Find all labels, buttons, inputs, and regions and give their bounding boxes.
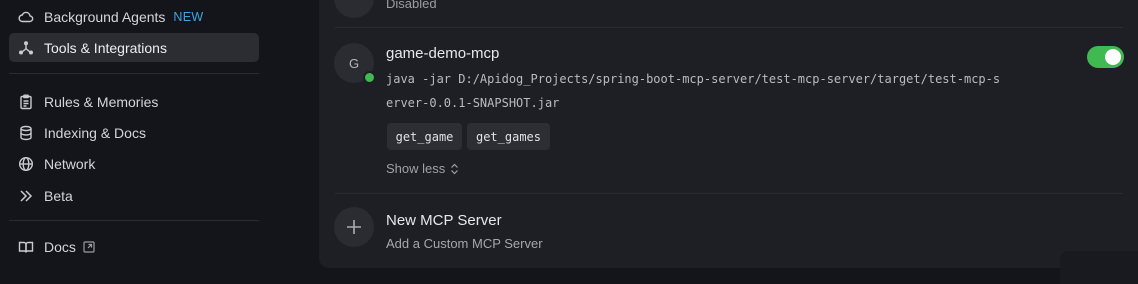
sidebar-item-indexing-docs[interactable]: Indexing & Docs bbox=[9, 118, 259, 147]
sidebar-item-label: Tools & Integrations bbox=[44, 39, 167, 56]
sidebar-item-label: Docs bbox=[44, 238, 76, 255]
server-name: game-demo-mcp bbox=[386, 45, 500, 62]
sidebar-item-label: Network bbox=[44, 155, 96, 172]
show-less-toggle[interactable]: Show less bbox=[386, 161, 459, 176]
corner-overlay bbox=[1060, 251, 1138, 284]
server-status-indicator bbox=[363, 71, 376, 84]
new-badge: NEW bbox=[173, 9, 204, 24]
sidebar: Background Agents NEW Tools & Integratio… bbox=[0, 0, 268, 284]
globe-icon bbox=[17, 155, 35, 173]
chevron-up-down-icon bbox=[451, 163, 459, 174]
add-server-button[interactable] bbox=[334, 207, 374, 247]
server-command: java -jar D:/Apidog_Projects/spring-boot… bbox=[386, 67, 1046, 115]
server-command-line-1: java -jar D:/Apidog_Projects/spring-boot… bbox=[386, 72, 1001, 86]
tools-icon bbox=[17, 39, 35, 57]
external-link-icon bbox=[83, 240, 95, 253]
cloud-icon bbox=[17, 8, 35, 26]
database-icon bbox=[17, 124, 35, 142]
plus-icon bbox=[347, 220, 361, 234]
server-enabled-toggle[interactable] bbox=[1087, 46, 1124, 68]
sidebar-divider bbox=[9, 73, 259, 74]
new-server-subtitle: Add a Custom MCP Server bbox=[386, 236, 543, 251]
toggle-knob bbox=[1105, 49, 1121, 65]
tool-chip-label: get_games bbox=[475, 129, 542, 144]
sidebar-item-docs[interactable]: Docs bbox=[9, 232, 259, 261]
sidebar-item-network[interactable]: Network bbox=[9, 149, 259, 178]
sidebar-item-rules-memories[interactable]: Rules & Memories bbox=[9, 87, 259, 116]
server-divider bbox=[335, 193, 1123, 194]
sidebar-item-label: Rules & Memories bbox=[44, 93, 159, 110]
server-command-line-2: erver-0.0.1-SNAPSHOT.jar bbox=[386, 96, 560, 110]
show-less-label: Show less bbox=[386, 161, 446, 176]
previous-server-status: Disabled bbox=[386, 0, 437, 11]
sidebar-item-tools-integrations[interactable]: Tools & Integrations bbox=[9, 33, 259, 62]
sidebar-item-background-agents[interactable]: Background Agents NEW bbox=[9, 2, 259, 31]
clipboard-icon bbox=[17, 93, 35, 111]
chevrons-right-icon bbox=[17, 187, 35, 205]
new-server-title[interactable]: New MCP Server bbox=[386, 212, 502, 229]
tool-chip-label: get_game bbox=[395, 129, 454, 144]
server-divider bbox=[335, 27, 1123, 28]
sidebar-divider bbox=[9, 220, 259, 221]
sidebar-item-beta[interactable]: Beta bbox=[9, 181, 259, 210]
book-icon bbox=[17, 238, 35, 256]
tool-chip: get_game bbox=[387, 123, 462, 150]
sidebar-item-label: Background Agents bbox=[44, 8, 166, 25]
sidebar-item-label: Beta bbox=[44, 187, 73, 204]
tool-chip: get_games bbox=[467, 123, 550, 150]
sidebar-item-label: Indexing & Docs bbox=[44, 124, 146, 141]
avatar-letter: G bbox=[348, 55, 360, 71]
